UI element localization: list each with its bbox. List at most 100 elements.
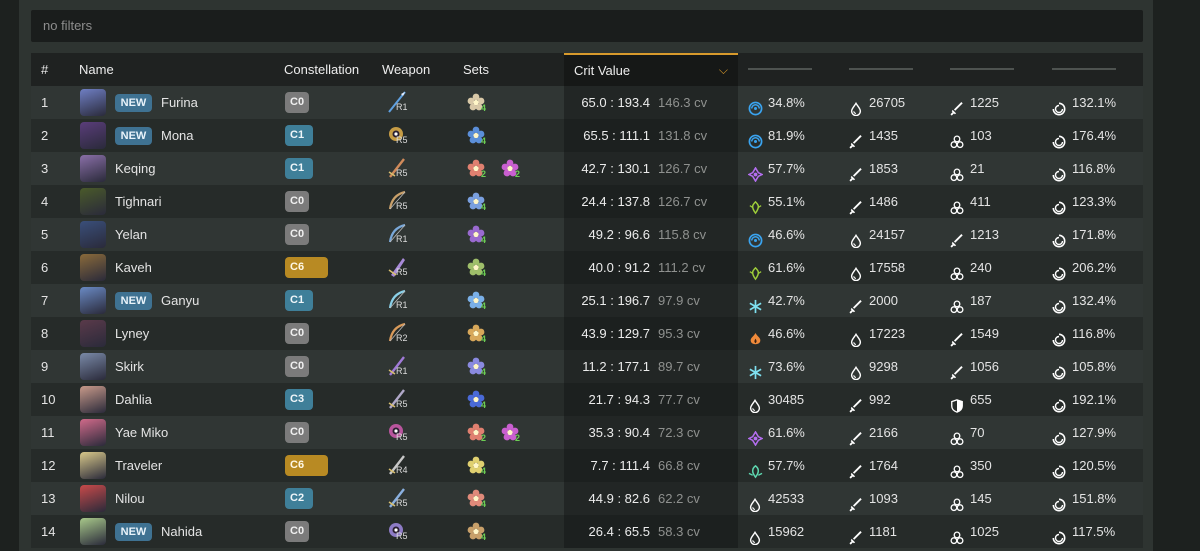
avatar[interactable]	[80, 320, 106, 347]
stat-value: 9298	[869, 359, 898, 374]
header-sets[interactable]: Sets	[463, 53, 489, 86]
stat-value: 145	[970, 491, 992, 506]
avatar[interactable]	[80, 188, 106, 215]
character-name[interactable]: Kaveh	[115, 251, 152, 284]
weapon-refinement: R5	[396, 201, 408, 211]
energy-recharge-icon	[1052, 194, 1067, 215]
set-piece-count: 4	[481, 466, 487, 476]
set-piece-count: 2	[515, 169, 521, 179]
table-row[interactable]: 42.7 : 130.1 126.7 cv 3 Keqing C1 R5 2 2 57.7…	[31, 152, 1143, 185]
avatar[interactable]	[80, 221, 106, 248]
header-weapon[interactable]: Weapon	[382, 53, 430, 86]
atk-sword-icon	[849, 161, 864, 182]
table-row[interactable]: 65.5 : 111.1 131.8 cv 2 NEW Mona C1 R5 4 81.9…	[31, 119, 1143, 152]
avatar[interactable]	[80, 452, 106, 479]
character-name[interactable]: Traveler	[115, 449, 162, 482]
avatar[interactable]	[80, 254, 106, 281]
crit-value: 146.3 cv	[658, 95, 708, 110]
avatar[interactable]	[80, 386, 106, 413]
character-name[interactable]: Skirk	[115, 350, 144, 383]
new-badge: NEW	[115, 94, 152, 112]
row-index: 4	[41, 194, 49, 209]
stat-value: 55.1%	[768, 194, 805, 209]
weapon-refinement: R5	[396, 399, 408, 409]
table-header: # Name Constellation Weapon Sets Crit Va…	[31, 53, 1143, 86]
header-index[interactable]: #	[41, 53, 48, 86]
header-stat-4[interactable]	[1052, 68, 1116, 70]
crit-ratio: 11.2 : 177.1	[582, 359, 650, 374]
atk-sword-icon	[950, 95, 965, 116]
table-body: 65.0 : 193.4 146.3 cv 1 NEW Furina C0 R1 4 34…	[31, 86, 1143, 548]
character-name[interactable]: Mona	[161, 119, 194, 152]
crit-value-cell: 7.7 : 111.4 66.8 cv	[564, 449, 738, 482]
avatar[interactable]	[80, 419, 106, 446]
header-crit-value-label: Crit Value	[574, 63, 631, 78]
character-name[interactable]: Yelan	[115, 218, 147, 251]
filter-input[interactable]: no filters	[31, 10, 1143, 42]
character-name[interactable]: Ganyu	[161, 284, 199, 317]
header-stat-1[interactable]	[748, 68, 812, 70]
character-table: # Name Constellation Weapon Sets Crit Va…	[31, 53, 1143, 548]
table-row[interactable]: 35.3 : 90.4 72.3 cv 11 Yae Miko C0 R5 2 2 61.…	[31, 416, 1143, 449]
table-row[interactable]: 11.2 : 177.1 89.7 cv 9 Skirk C0 R1 4 73.6% 9…	[31, 350, 1143, 383]
character-name[interactable]: Nilou	[115, 482, 145, 515]
stat-value: 206.2%	[1072, 260, 1117, 275]
stat-value: 120.5%	[1072, 458, 1117, 473]
character-name[interactable]: Dahlia	[115, 383, 152, 416]
constellation-badge: C1	[285, 158, 313, 179]
table-row[interactable]: 24.4 : 137.8 126.7 cv 4 Tighnari C0 R5 4 55.…	[31, 185, 1143, 218]
table-row[interactable]: 43.9 : 129.7 95.3 cv 8 Lyney C0 R2 4 46.6% 1…	[31, 317, 1143, 350]
weapon-refinement: R5	[396, 135, 408, 145]
avatar[interactable]	[80, 518, 106, 545]
energy-recharge-icon	[1052, 95, 1067, 116]
stat-value: 1181	[869, 524, 897, 539]
set-piece-count: 4	[481, 136, 487, 146]
table-row[interactable]: 7.7 : 111.4 66.8 cv 12 Traveler C6 R4 4 57.7…	[31, 449, 1143, 482]
stat-value: 103	[970, 128, 992, 143]
elemental-mastery-icon	[950, 161, 965, 182]
stat-value: 34.8%	[768, 95, 805, 110]
table-row[interactable]: 65.0 : 193.4 146.3 cv 1 NEW Furina C0 R1 4 34…	[31, 86, 1143, 119]
stat-value: 21	[970, 161, 985, 176]
table-row[interactable]: 26.4 : 65.5 58.3 cv 14 NEW Nahida C0 R5 4 159…	[31, 515, 1143, 548]
character-name[interactable]: Lyney	[115, 317, 149, 350]
hp-drop-icon	[849, 359, 864, 381]
header-name[interactable]: Name	[79, 53, 114, 86]
stat-value: 187	[970, 293, 992, 308]
table-row[interactable]: 21.7 : 94.3 77.7 cv 10 Dahlia C3 R5 4 30485 …	[31, 383, 1143, 416]
crit-ratio: 42.7 : 130.1	[581, 161, 650, 176]
avatar[interactable]	[80, 485, 106, 512]
avatar[interactable]	[80, 353, 106, 380]
crit-value: 126.7 cv	[658, 161, 708, 176]
avatar[interactable]	[80, 287, 106, 314]
electro-icon	[747, 425, 764, 447]
table-row[interactable]: 49.2 : 96.6 115.8 cv 5 Yelan C0 R1 4 46.6% 2…	[31, 218, 1143, 251]
table-row[interactable]: 40.0 : 91.2 111.2 cv 6 Kaveh C6 R5 4 61.6% 1…	[31, 251, 1143, 284]
character-name[interactable]: Nahida	[161, 515, 202, 548]
stat-value: 176.4%	[1072, 128, 1117, 143]
new-badge: NEW	[115, 523, 152, 541]
chevron-down-icon[interactable]: ⌵	[719, 55, 728, 86]
character-name[interactable]: Keqing	[115, 152, 155, 185]
header-stat-3[interactable]	[950, 68, 1014, 70]
header-stat-2[interactable]	[849, 68, 913, 70]
header-crit-value[interactable]: Crit Value ⌵	[564, 53, 738, 86]
character-name[interactable]: Furina	[161, 86, 198, 119]
energy-recharge-icon	[1052, 161, 1067, 182]
hydro-icon	[748, 128, 763, 149]
table-row[interactable]: 44.9 : 82.6 62.2 cv 13 Nilou C2 R5 4 42533 1…	[31, 482, 1143, 515]
crit-ratio: 43.9 : 129.7	[581, 326, 650, 341]
avatar[interactable]	[80, 155, 106, 182]
scrollbar-track[interactable]	[1153, 0, 1200, 551]
character-name[interactable]: Tighnari	[115, 185, 161, 218]
crit-value-cell: 24.4 : 137.8 126.7 cv	[564, 185, 738, 218]
avatar[interactable]	[80, 122, 106, 149]
constellation-badge: C0	[285, 422, 309, 443]
table-row[interactable]: 25.1 : 196.7 97.9 cv 7 NEW Ganyu C1 R1 4 42.7…	[31, 284, 1143, 317]
header-constellation[interactable]: Constellation	[284, 53, 359, 86]
elemental-mastery-icon	[950, 128, 965, 149]
set-piece-count: 4	[481, 301, 487, 311]
avatar[interactable]	[80, 89, 106, 116]
character-name[interactable]: Yae Miko	[115, 416, 168, 449]
elemental-mastery-icon	[950, 260, 965, 281]
